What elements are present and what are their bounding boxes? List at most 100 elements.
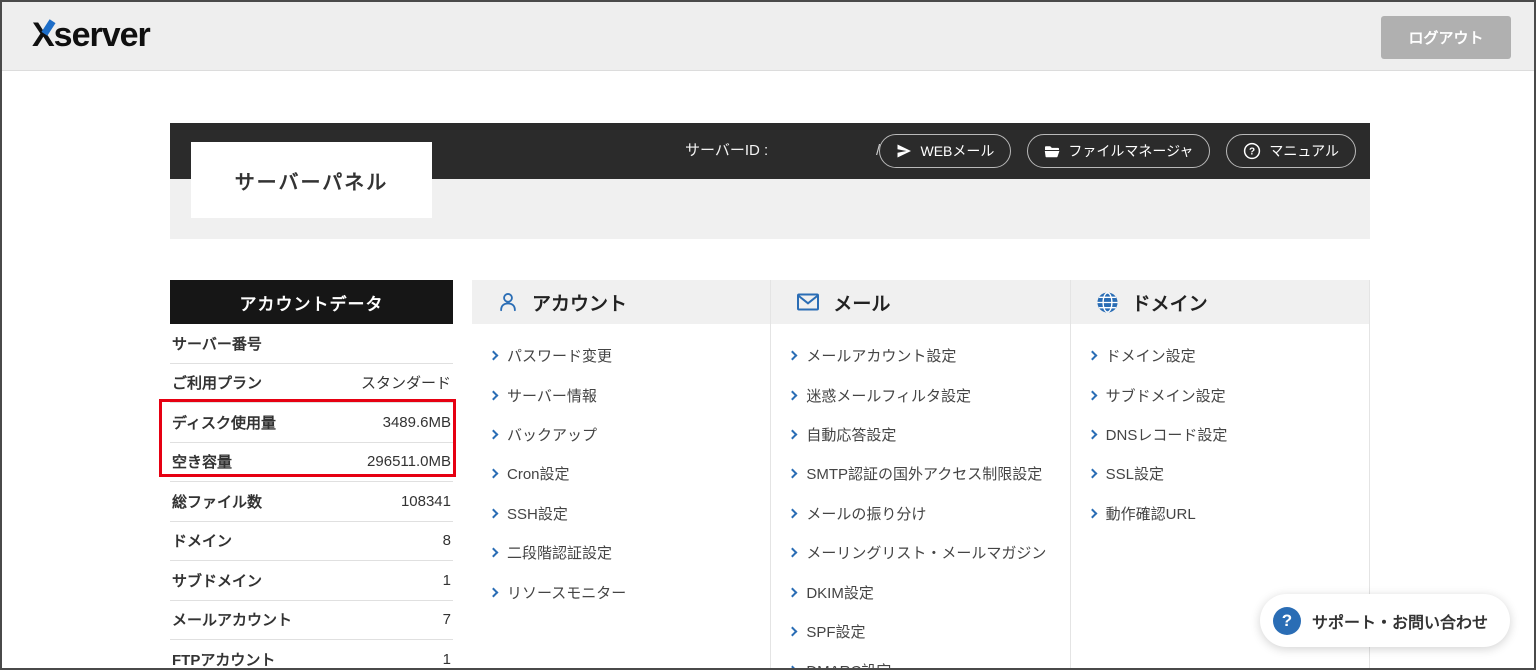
account-data-row: FTPアカウント 1 xyxy=(170,640,453,670)
file-manager-button[interactable]: ファイルマネージャ xyxy=(1027,134,1210,168)
menu-link-item: パスワード変更 xyxy=(488,336,770,375)
server-panel-page: Xserver ログアウト サーバーパネル サーバーID : / WEBメール xyxy=(0,0,1536,670)
mail-column-header: メール xyxy=(771,280,1069,324)
account-data-row: ご利用プラン スタンダード xyxy=(170,364,453,404)
chevron-right-icon xyxy=(788,666,798,670)
menu-link[interactable]: サブドメイン設定 xyxy=(1106,385,1226,406)
panel-title-box: サーバーパネル xyxy=(191,142,432,218)
menu-link-item: DMARC設定 xyxy=(787,651,1069,670)
server-panel-banner: サーバーパネル サーバーID : / WEBメール ファイルマネージャ xyxy=(170,123,1370,239)
menu-link[interactable]: サーバー情報 xyxy=(507,385,597,406)
menu-link[interactable]: DKIM設定 xyxy=(806,582,874,603)
person-icon xyxy=(497,291,519,313)
account-data-row-value: スタンダード xyxy=(361,372,451,393)
menu-link[interactable]: 動作確認URL xyxy=(1106,503,1196,524)
account-data-row: ドメイン 8 xyxy=(170,522,453,562)
menu-link-item: 自動応答設定 xyxy=(787,415,1069,454)
account-data-row: 総ファイル数 108341 xyxy=(170,482,453,522)
account-data-row-value: 296511.0MB xyxy=(367,453,451,470)
chevron-right-icon xyxy=(1087,508,1097,518)
menu-link[interactable]: メールアカウント設定 xyxy=(806,345,956,366)
menu-link[interactable]: 二段階認証設定 xyxy=(507,542,612,563)
account-data-row-label: サーバー番号 xyxy=(172,333,262,354)
account-data-row: ディスク使用量 3489.6MB xyxy=(170,403,453,443)
menu-link[interactable]: ドメイン設定 xyxy=(1106,345,1196,366)
chevron-right-icon xyxy=(489,390,499,400)
menu-link[interactable]: メーリングリスト・メールマガジン xyxy=(806,542,1046,563)
account-column-title: アカウント xyxy=(532,289,627,316)
globe-icon xyxy=(1096,291,1119,314)
question-circle-icon: ? xyxy=(1243,142,1261,160)
chevron-right-icon xyxy=(788,430,798,440)
chevron-right-icon xyxy=(489,508,499,518)
account-data-row-label: 空き容量 xyxy=(172,451,232,472)
chevron-right-icon xyxy=(788,626,798,636)
webmail-button[interactable]: WEBメール xyxy=(879,134,1011,168)
menu-link-item: リソースモニター xyxy=(488,572,770,611)
menu-link[interactable]: メールの振り分け xyxy=(806,503,926,524)
menu-link[interactable]: リソースモニター xyxy=(507,582,626,603)
menu-link[interactable]: 迷惑メールフィルタ設定 xyxy=(806,385,971,406)
menu-link-item: ドメイン設定 xyxy=(1087,336,1369,375)
menu-link[interactable]: パスワード変更 xyxy=(507,345,612,366)
menu-link-item: SSH設定 xyxy=(488,494,770,533)
support-contact-button[interactable]: ? サポート・お問い合わせ xyxy=(1260,594,1510,647)
manual-label: マニュアル xyxy=(1269,141,1339,161)
menu-link[interactable]: バックアップ xyxy=(507,424,597,445)
account-data-row-value: 3489.6MB xyxy=(383,414,451,431)
chevron-right-icon xyxy=(788,587,798,597)
menu-link-item: 二段階認証設定 xyxy=(488,533,770,572)
menu-link-item: SSL設定 xyxy=(1087,454,1369,493)
menu-link[interactable]: DMARC設定 xyxy=(806,660,891,670)
menu-link-item: SMTP認証の国外アクセス制限設定 xyxy=(787,454,1069,493)
account-data-row-label: ディスク使用量 xyxy=(172,412,276,433)
menu-link-item: 迷惑メールフィルタ設定 xyxy=(787,375,1069,414)
svg-text:?: ? xyxy=(1249,147,1255,158)
domain-column-title: ドメイン xyxy=(1132,289,1208,316)
menu-link[interactable]: Cron設定 xyxy=(507,463,570,484)
menu-link[interactable]: SPF設定 xyxy=(806,621,865,642)
account-data-title: アカウントデータ xyxy=(170,280,453,324)
menu-link[interactable]: SMTP認証の国外アクセス制限設定 xyxy=(806,463,1042,484)
paper-plane-icon xyxy=(896,143,912,159)
account-data-row: サーバー番号 xyxy=(170,324,453,364)
manual-button[interactable]: ? マニュアル xyxy=(1226,134,1356,168)
menu-link[interactable]: SSH設定 xyxy=(507,503,568,524)
domain-column-header: ドメイン xyxy=(1071,280,1369,324)
chevron-right-icon xyxy=(788,390,798,400)
account-data-row-value: 7 xyxy=(443,611,451,628)
question-icon: ? xyxy=(1273,607,1301,635)
chevron-right-icon xyxy=(1087,430,1097,440)
account-links: パスワード変更 サーバー情報 バックアップ Cron設定 xyxy=(472,324,770,612)
chevron-right-icon xyxy=(489,469,499,479)
account-data-row-label: サブドメイン xyxy=(172,570,262,591)
chevron-right-icon xyxy=(788,469,798,479)
account-data-rows: サーバー番号 ご利用プラン スタンダード ディスク使用量 3489.6MB 空き… xyxy=(170,324,453,670)
menu-link-item: バックアップ xyxy=(488,415,770,454)
mail-icon xyxy=(796,291,820,313)
menu-link-item: DNSレコード設定 xyxy=(1087,415,1369,454)
menu-link-item: メールアカウント設定 xyxy=(787,336,1069,375)
menu-link[interactable]: 自動応答設定 xyxy=(806,424,896,445)
settings-menu: アカウント パスワード変更 サーバー情報 バックアップ xyxy=(472,280,1370,670)
account-data-row-value: 1 xyxy=(443,651,451,668)
menu-column-mail: メール メールアカウント設定 迷惑メールフィルタ設定 自動 xyxy=(770,280,1069,670)
menu-column-account: アカウント パスワード変更 サーバー情報 バックアップ xyxy=(472,280,770,670)
menu-link[interactable]: SSL設定 xyxy=(1106,463,1164,484)
file-manager-label: ファイルマネージャ xyxy=(1068,141,1193,161)
menu-link-item: Cron設定 xyxy=(488,454,770,493)
menu-link-item: サブドメイン設定 xyxy=(1087,375,1369,414)
chevron-right-icon xyxy=(788,508,798,518)
account-data-panel: アカウントデータ サーバー番号 ご利用プラン スタンダード ディスク使用量 34… xyxy=(170,280,453,670)
menu-link-item: SPF設定 xyxy=(787,612,1069,651)
banner-buttons: WEBメール ファイルマネージャ ? マニュアル xyxy=(879,134,1356,168)
logout-button[interactable]: ログアウト xyxy=(1381,16,1511,59)
menu-link[interactable]: DNSレコード設定 xyxy=(1106,424,1228,445)
page-title: サーバーパネル xyxy=(235,166,389,195)
account-data-row-label: ドメイン xyxy=(172,530,232,551)
chevron-right-icon xyxy=(489,351,499,361)
server-id-label: サーバーID : xyxy=(685,123,768,179)
account-data-row: 空き容量 296511.0MB xyxy=(170,443,453,483)
chevron-right-icon xyxy=(1087,390,1097,400)
support-contact-label: サポート・お問い合わせ xyxy=(1312,609,1488,633)
